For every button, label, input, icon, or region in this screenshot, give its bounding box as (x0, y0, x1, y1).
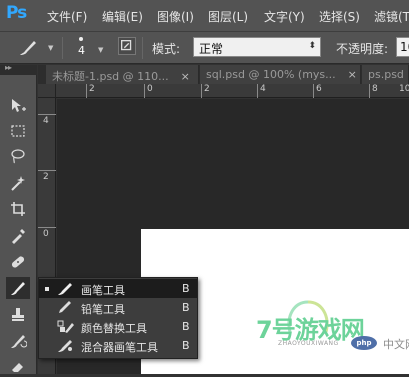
tab-ps[interactable]: ps.psd @ (362, 65, 409, 84)
eyedropper-icon[interactable] (6, 225, 30, 247)
ruler-tick (38, 170, 56, 171)
pencil-icon (57, 300, 75, 315)
move-icon[interactable] (6, 95, 30, 117)
brush-panel-toggle-icon[interactable] (118, 37, 136, 55)
mode-select[interactable]: 正常 ⬍ (193, 37, 321, 57)
ruler-label: 2 (89, 84, 95, 94)
opacity-label: 不透明度: (336, 42, 389, 56)
ruler-tick (313, 84, 314, 98)
lasso-icon[interactable] (6, 145, 30, 167)
php-badge: php (351, 336, 377, 350)
mode-label: 模式: (152, 42, 181, 56)
ruler-tick (38, 227, 56, 228)
crop-icon[interactable] (6, 198, 30, 220)
ruler-label: 2 (43, 172, 49, 182)
tab-title: sql.psd @ 100% (mys... (206, 68, 336, 81)
ruler-tick (201, 84, 202, 98)
separator (62, 37, 63, 59)
brush-size-caret-icon[interactable]: ▼ (98, 46, 103, 54)
brush-size-value[interactable]: 4 (78, 44, 85, 57)
menu-layer[interactable]: 图层(L) (208, 8, 248, 25)
menu-edit[interactable]: 编辑(E) (102, 8, 143, 25)
flyout-item-pencil-tool[interactable]: 铅笔工具 B (39, 298, 197, 317)
flyout-shortcut: B (182, 282, 190, 295)
ruler-label: 6 (316, 84, 322, 94)
tab-title: ps.psd @ (368, 68, 408, 81)
flyout-shortcut: B (182, 339, 190, 352)
brush-size-dot-icon (79, 37, 83, 41)
ruler-tick (144, 84, 145, 98)
toolbar-header[interactable]: ▸▸ (0, 63, 37, 75)
flyout-label: 混合器画笔工具 (81, 341, 158, 354)
ruler-label: 2 (204, 84, 210, 94)
mixer-brush-icon (57, 338, 75, 353)
ruler-label: 8 (372, 84, 378, 94)
flyout-item-brush-tool[interactable]: 画笔工具 B (39, 279, 197, 298)
marquee-icon[interactable] (6, 120, 30, 142)
watermark-subtitle: ZHAOYOUXIWANG (278, 340, 339, 347)
collapse-arrows-icon[interactable]: ▸▸ (5, 63, 12, 72)
flyout-label: 铅笔工具 (81, 303, 125, 316)
watermark-cn-label: 中文网 (383, 338, 409, 351)
menu-type[interactable]: 文字(Y) (264, 8, 305, 25)
select-arrows-icon: ⬍ (308, 41, 316, 51)
brush-tool-flyout: 画笔工具 B 铅笔工具 B 颜色替换工具 B 混合器画笔工具 B (38, 277, 198, 359)
close-icon[interactable]: × (348, 68, 357, 81)
brush-icon[interactable] (6, 277, 30, 299)
flyout-label: 颜色替换工具 (81, 322, 147, 335)
tab-untitled-1[interactable]: 未标题-1.psd @ 110... × (46, 65, 199, 84)
tool-preset-brush-icon[interactable] (16, 38, 40, 58)
ruler-tick (257, 84, 258, 98)
ruler-origin[interactable] (38, 84, 56, 98)
history-brush-icon[interactable] (6, 330, 30, 352)
tools-panel (0, 75, 37, 374)
ruler-label: 10 (399, 84, 409, 94)
flyout-item-color-replacement-tool[interactable]: 颜色替换工具 B (39, 317, 197, 336)
tab-title: 未标题-1.psd @ 110... (52, 70, 169, 83)
healing-brush-icon[interactable] (6, 251, 30, 273)
ruler-label: 0 (147, 84, 153, 94)
flyout-item-mixer-brush-tool[interactable]: 混合器画笔工具 B (39, 336, 197, 355)
photoshop-logo: Ps (6, 3, 27, 23)
close-icon[interactable]: × (181, 70, 190, 83)
ruler-label: 4 (260, 84, 266, 94)
flyout-shortcut: B (182, 301, 190, 314)
tool-preset-caret-icon[interactable]: ▼ (48, 44, 53, 52)
separator (142, 37, 143, 59)
site-watermark: 7号游戏网 ZHAOYOUXIWANG php 中文网 (244, 300, 409, 360)
clone-stamp-icon[interactable] (6, 304, 30, 326)
menu-file[interactable]: 文件(F) (47, 8, 87, 25)
magic-wand-icon[interactable] (6, 172, 30, 194)
ruler-tick (369, 84, 370, 98)
menu-image[interactable]: 图像(I) (157, 8, 194, 25)
horizontal-ruler: 2 0 2 4 6 8 10 (56, 84, 409, 98)
ruler-label: 0 (43, 229, 49, 239)
brush-icon (57, 281, 75, 296)
ruler-label: 4 (43, 116, 49, 126)
flyout-label: 画笔工具 (81, 284, 125, 297)
ruler-tick (86, 84, 87, 98)
color-replace-icon (57, 319, 75, 334)
ruler-tick (38, 114, 56, 115)
opacity-field[interactable]: 10 (396, 37, 409, 57)
selected-bullet-icon (45, 287, 49, 291)
mode-select-value: 正常 (199, 42, 224, 56)
menu-filter[interactable]: 滤镜(T) (374, 8, 409, 25)
tab-sql[interactable]: sql.psd @ 100% (mys... × (200, 65, 361, 84)
flyout-shortcut: B (182, 320, 190, 333)
menu-select[interactable]: 选择(S) (319, 8, 360, 25)
